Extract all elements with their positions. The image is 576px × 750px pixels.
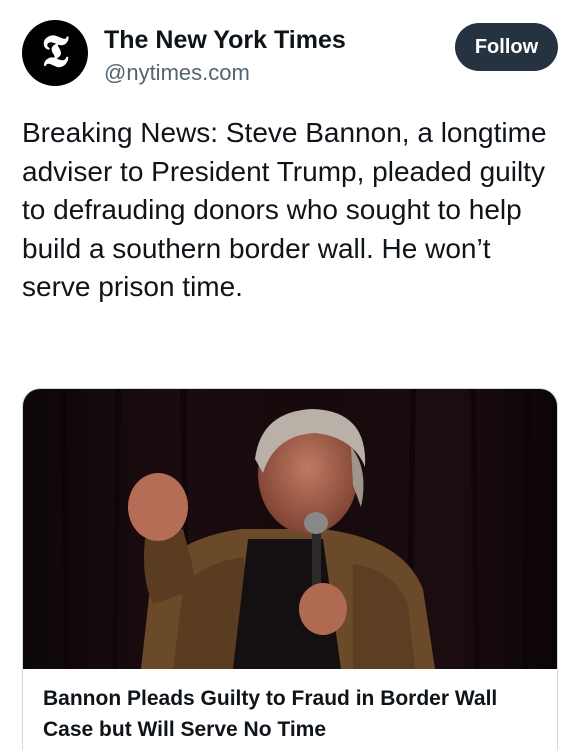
avatar[interactable]: 𝕿 xyxy=(22,20,88,86)
link-card[interactable]: Bannon Pleads Guilty to Fraud in Border … xyxy=(22,388,558,750)
follow-button[interactable]: Follow xyxy=(455,23,558,71)
display-name[interactable]: The New York Times xyxy=(104,26,346,55)
link-card-title[interactable]: Bannon Pleads Guilty to Fraud in Border … xyxy=(43,683,543,745)
nyt-logo-icon: 𝕿 xyxy=(41,26,69,77)
article-photo[interactable] xyxy=(23,389,558,669)
tweet-text: Breaking News: Steve Bannon, a longtime … xyxy=(22,117,547,302)
account-handle[interactable]: @nytimes.com xyxy=(104,60,250,86)
tweet-header: 𝕿 The New York Times @nytimes.com Follow xyxy=(0,0,576,100)
